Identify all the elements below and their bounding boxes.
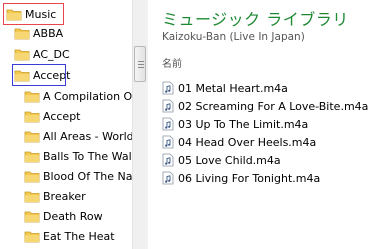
folder-icon	[14, 26, 30, 40]
tree-item-a-compilation[interactable]: A Compilation Of T	[24, 86, 132, 106]
tree-item-label: Blood Of The Natio	[43, 169, 132, 183]
file-name: 01 Metal Heart.m4a	[178, 81, 288, 95]
tree-item-ac-dc[interactable]: AC_DC	[14, 44, 70, 64]
folder-icon	[24, 129, 40, 143]
tree-item-label: Balls To The Wall	[43, 149, 132, 163]
file-item[interactable]: 06 Living For Tonight.m4a	[162, 169, 320, 187]
audio-file-icon	[162, 153, 174, 167]
folder-icon	[24, 229, 40, 243]
tree-item-eat-the-heat[interactable]: Eat The Heat	[24, 226, 115, 246]
tree-item-breaker[interactable]: Breaker	[24, 186, 86, 206]
tree-item-death-row[interactable]: Death Row	[24, 206, 103, 226]
file-name: 06 Living For Tonight.m4a	[178, 171, 321, 185]
tree-item-label: ABBA	[33, 26, 64, 40]
tree-item-label: Eat The Heat	[43, 229, 115, 243]
library-subtitle: Kaizoku-Ban (Live In Japan)	[162, 31, 305, 43]
audio-file-icon	[162, 117, 174, 131]
file-name: 02 Screaming For A Love-Bite.m4a	[178, 99, 369, 113]
tree-item-abba[interactable]: ABBA	[14, 23, 63, 43]
tree-item-label: Accept	[43, 109, 81, 123]
folder-icon	[24, 169, 40, 183]
folder-icon	[24, 89, 40, 103]
file-item[interactable]: 05 Love Child.m4a	[162, 151, 281, 169]
file-item[interactable]: 01 Metal Heart.m4a	[162, 79, 288, 97]
tree-item-label: AC_DC	[33, 47, 70, 61]
file-name: 05 Love Child.m4a	[178, 153, 281, 167]
tree-item-label: A Compilation Of T	[43, 89, 132, 103]
scrollbar-thumb[interactable]	[134, 46, 146, 82]
tree-item-label: Breaker	[43, 189, 86, 203]
tree-item-all-areas[interactable]: All Areas - Worldw	[24, 126, 132, 146]
tree-item-blood-of-the-nations[interactable]: Blood Of The Natio	[24, 166, 132, 186]
tree-item-label: All Areas - Worldw	[43, 129, 132, 143]
file-name: 04 Head Over Heels.m4a	[178, 135, 317, 149]
library-title: ミュージック ライブラリ	[162, 10, 349, 29]
audio-file-icon	[162, 81, 174, 95]
tree-item-balls-to-the-wall[interactable]: Balls To The Wall	[24, 146, 132, 166]
audio-file-icon	[162, 135, 174, 149]
file-item[interactable]: 02 Screaming For A Love-Bite.m4a	[162, 97, 368, 115]
accept-highlight-box	[12, 64, 66, 86]
tree-item-accept-album[interactable]: Accept	[24, 106, 81, 126]
file-item[interactable]: 03 Up To The Limit.m4a	[162, 115, 308, 133]
audio-file-icon	[162, 99, 174, 113]
file-name: 03 Up To The Limit.m4a	[178, 117, 309, 131]
audio-file-icon	[162, 171, 174, 185]
music-highlight-box	[3, 3, 64, 25]
folder-icon	[24, 109, 40, 123]
folder-icon	[24, 189, 40, 203]
library-content-pane: ミュージック ライブラリ Kaizoku-Ban (Live In Japan)…	[148, 0, 380, 249]
tree-item-label: Death Row	[43, 209, 103, 223]
folder-icon	[14, 47, 30, 61]
tree-scrollbar[interactable]	[132, 0, 146, 249]
folder-icon	[24, 149, 40, 163]
file-item[interactable]: 04 Head Over Heels.m4a	[162, 133, 316, 151]
column-header-name[interactable]: 名前	[162, 55, 182, 70]
navigation-tree: Music ABBA AC_DC Accept A Compilation Of…	[0, 0, 132, 249]
folder-icon	[24, 209, 40, 223]
